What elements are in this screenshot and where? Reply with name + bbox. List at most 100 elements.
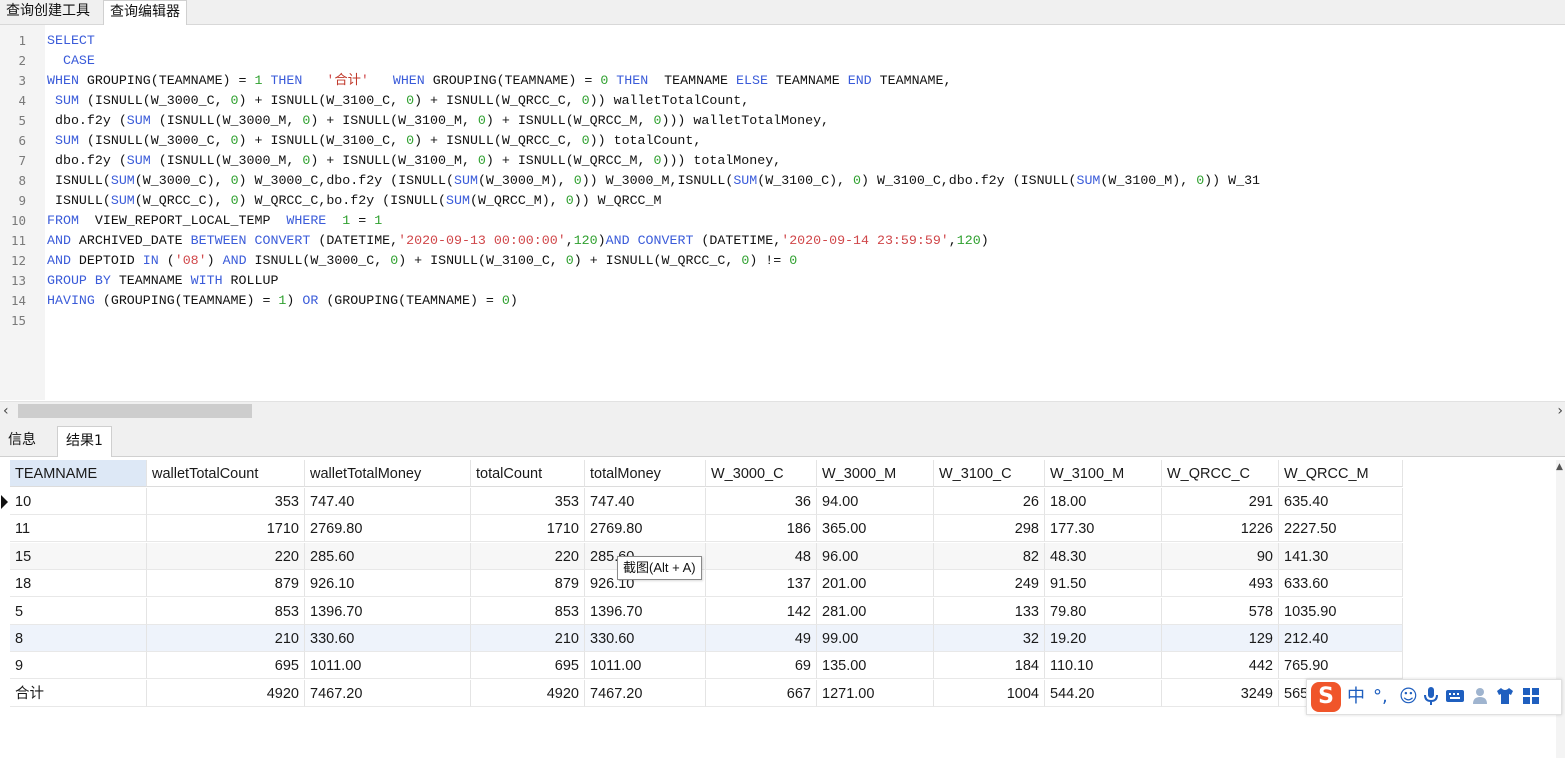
table-cell[interactable]: 353 (147, 488, 305, 515)
scrollbar-thumb[interactable] (18, 404, 252, 418)
row-selector[interactable] (0, 570, 10, 598)
table-cell[interactable]: 135.00 (817, 652, 934, 680)
table-cell[interactable]: 133 (934, 597, 1045, 625)
row-selector[interactable] (0, 679, 10, 707)
code-line[interactable]: FROM VIEW_REPORT_LOCAL_TEMP WHERE 1 = 1 (47, 211, 382, 231)
table-cell[interactable]: 1004 (934, 679, 1045, 707)
code-line[interactable]: SELECT (47, 31, 95, 51)
table-cell[interactable]: 9 (10, 652, 147, 680)
table-cell[interactable]: 26 (934, 488, 1045, 515)
table-row[interactable]: 11 1710 2769.80 1710 2769.80 186 365.00 298 177.… (0, 515, 1403, 543)
ime-toolbar[interactable]: S 中 °, ☺ (1306, 679, 1562, 715)
table-cell[interactable]: 210 (147, 625, 305, 652)
table-cell[interactable]: 32 (934, 625, 1045, 652)
ime-chinese-mode[interactable]: 中 (1347, 686, 1365, 708)
column-header[interactable]: W_QRCC_M (1279, 460, 1403, 487)
table-cell[interactable]: 110.10 (1045, 652, 1162, 680)
table-cell[interactable]: 493 (1162, 570, 1279, 598)
code-line[interactable]: GROUP BY TEAMNAME WITH ROLLUP (47, 271, 278, 291)
column-header[interactable]: W_3100_C (934, 460, 1045, 487)
table-cell[interactable]: 695 (147, 652, 305, 680)
table-cell[interactable]: 79.80 (1045, 597, 1162, 625)
table-cell[interactable]: 765.90 (1279, 652, 1403, 680)
table-cell[interactable]: 633.60 (1279, 570, 1403, 598)
table-cell[interactable]: 1396.70 (585, 597, 706, 625)
column-header[interactable]: TEAMNAME (10, 460, 147, 487)
table-cell[interactable]: 82 (934, 542, 1045, 570)
keyboard-icon[interactable] (1445, 686, 1465, 712)
table-cell[interactable]: 186 (706, 515, 817, 543)
tab-query-editor[interactable]: 查询编辑器 (103, 0, 187, 25)
mic-icon[interactable] (1423, 686, 1439, 712)
tab-info[interactable]: 信息 (0, 426, 44, 456)
table-cell[interactable]: 330.60 (305, 625, 471, 652)
table-cell[interactable]: 879 (471, 570, 585, 598)
skin-shirt-icon[interactable] (1495, 686, 1515, 712)
column-header[interactable]: W_3000_M (817, 460, 934, 487)
table-cell[interactable]: 96.00 (817, 542, 934, 570)
table-cell[interactable]: 2769.80 (585, 515, 706, 543)
tab-result-1[interactable]: 结果1 (57, 426, 112, 457)
table-cell[interactable]: 49 (706, 625, 817, 652)
table-cell[interactable]: 99.00 (817, 625, 934, 652)
table-cell[interactable]: 747.40 (305, 488, 471, 515)
table-cell[interactable]: 7467.20 (305, 679, 471, 707)
table-cell[interactable]: 365.00 (817, 515, 934, 543)
code-line[interactable]: AND ARCHIVED_DATE BETWEEN CONVERT (DATET… (47, 231, 989, 251)
table-cell[interactable]: 220 (471, 542, 585, 570)
table-cell[interactable]: 201.00 (817, 570, 934, 598)
scroll-left-icon[interactable]: ‹ (3, 402, 9, 420)
table-cell[interactable]: 249 (934, 570, 1045, 598)
table-cell[interactable]: 1035.90 (1279, 597, 1403, 625)
table-cell[interactable]: 1710 (147, 515, 305, 543)
table-cell[interactable]: 合计 (10, 679, 147, 707)
table-cell[interactable]: 1011.00 (585, 652, 706, 680)
table-cell[interactable]: 926.10 (305, 570, 471, 598)
table-cell[interactable]: 210 (471, 625, 585, 652)
table-cell[interactable]: 10 (10, 488, 147, 515)
code-line[interactable]: CASE (47, 51, 95, 71)
table-row[interactable]: 8 210 330.60 210 330.60 49 99.00 32 19.20 129 212.… (0, 625, 1403, 652)
sogou-logo-icon[interactable]: S (1311, 682, 1341, 712)
table-cell[interactable]: 90 (1162, 542, 1279, 570)
table-cell[interactable]: 18 (10, 570, 147, 598)
table-cell[interactable]: 7467.20 (585, 679, 706, 707)
editor-horizontal-scrollbar[interactable]: ‹ › (0, 401, 1565, 420)
scroll-up-icon[interactable]: ▲ (1556, 462, 1563, 472)
table-cell[interactable]: 1011.00 (305, 652, 471, 680)
code-line[interactable]: ISNULL(SUM(W_3000_C), 0) W_3000_C,dbo.f2… (47, 171, 1260, 191)
table-cell[interactable]: 2227.50 (1279, 515, 1403, 543)
table-cell[interactable]: 212.40 (1279, 625, 1403, 652)
table-cell[interactable]: 15 (10, 542, 147, 570)
table-cell[interactable]: 281.00 (817, 597, 934, 625)
table-cell[interactable]: 1710 (471, 515, 585, 543)
code-line[interactable]: SUM (ISNULL(W_3000_C, 0) + ISNULL(W_3100… (47, 91, 749, 111)
table-cell[interactable]: 177.30 (1045, 515, 1162, 543)
tab-query-builder[interactable]: 查询创建工具 (0, 0, 96, 24)
column-header[interactable]: W_QRCC_C (1162, 460, 1279, 487)
column-header[interactable]: walletTotalMoney (305, 460, 471, 487)
table-cell[interactable]: 747.40 (585, 488, 706, 515)
table-cell[interactable]: 1396.70 (305, 597, 471, 625)
row-selector[interactable] (0, 652, 10, 680)
table-cell[interactable]: 36 (706, 488, 817, 515)
row-selector[interactable] (0, 625, 10, 652)
table-cell[interactable]: 442 (1162, 652, 1279, 680)
column-header[interactable]: W_3000_C (706, 460, 817, 487)
table-cell[interactable]: 291 (1162, 488, 1279, 515)
column-header[interactable]: totalMoney (585, 460, 706, 487)
table-cell[interactable]: 635.40 (1279, 488, 1403, 515)
table-cell[interactable]: 1226 (1162, 515, 1279, 543)
table-row[interactable]: 9 695 1011.00 695 1011.00 69 135.00 184 110.10 44… (0, 652, 1403, 680)
code-line[interactable]: HAVING (GROUPING(TEAMNAME) = 1) OR (GROU… (47, 291, 518, 311)
table-cell[interactable]: 19.20 (1045, 625, 1162, 652)
code-line[interactable]: dbo.f2y (SUM (ISNULL(W_3000_M, 0) + ISNU… (47, 151, 781, 171)
row-selector[interactable] (0, 597, 10, 625)
table-cell[interactable]: 330.60 (585, 625, 706, 652)
code-line[interactable]: dbo.f2y (SUM (ISNULL(W_3000_M, 0) + ISNU… (47, 111, 829, 131)
table-cell[interactable]: 11 (10, 515, 147, 543)
table-cell[interactable]: 220 (147, 542, 305, 570)
table-cell[interactable]: 48 (706, 542, 817, 570)
row-selector[interactable] (0, 542, 10, 570)
code-line[interactable]: WHEN GROUPING(TEAMNAME) = 1 THEN '合计' WH… (47, 71, 951, 91)
